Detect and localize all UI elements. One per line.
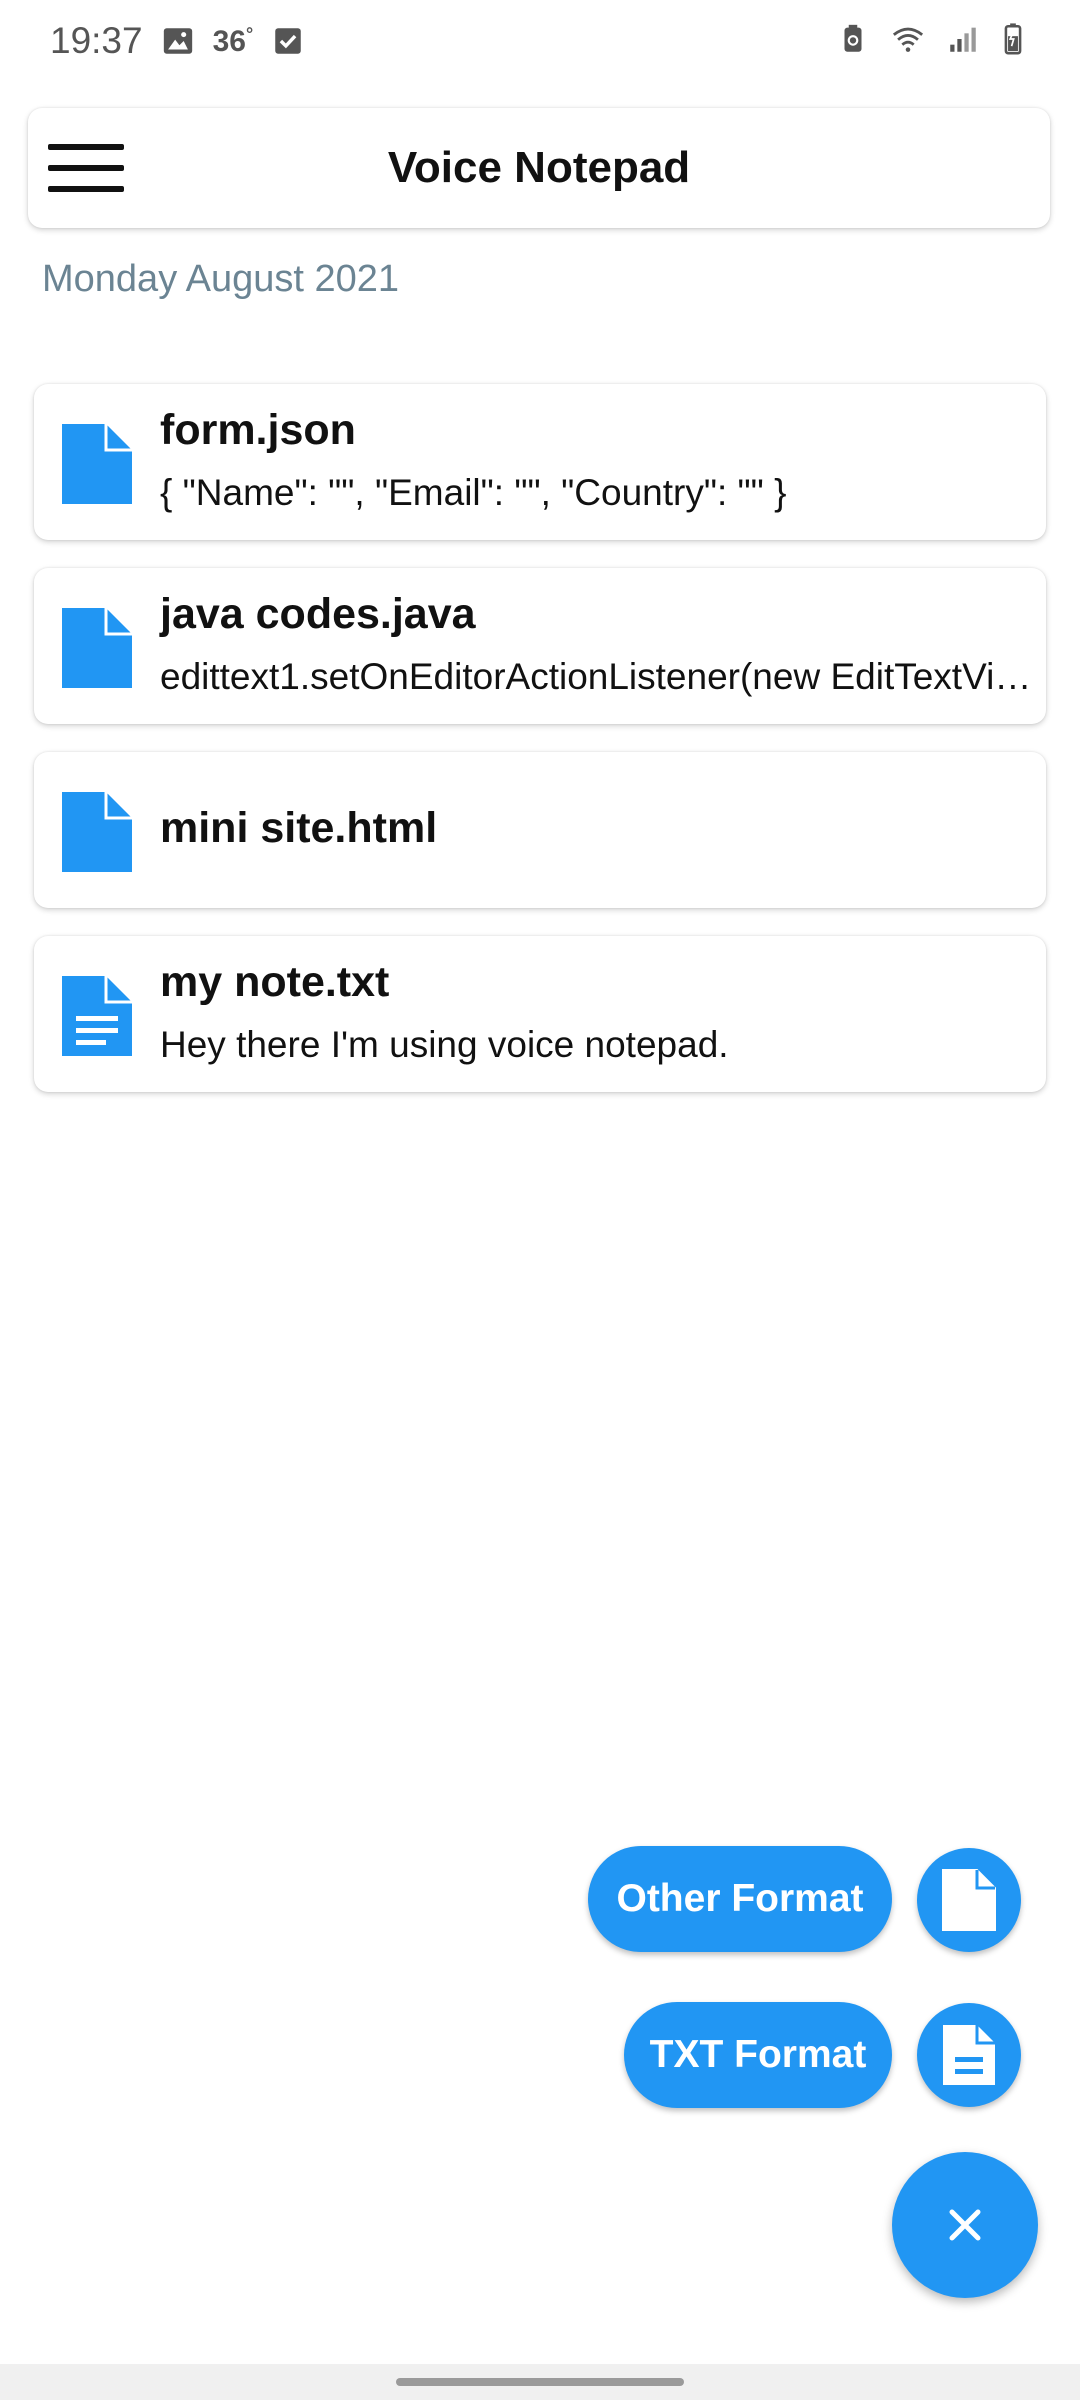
status-time: 19:37	[50, 20, 143, 61]
close-fab-button[interactable]	[892, 2152, 1038, 2298]
date-label: Monday August 2021	[42, 258, 400, 300]
temperature-value: 36	[212, 24, 246, 58]
file-name: java codes.java	[160, 590, 476, 638]
image-icon	[163, 28, 192, 54]
file-icon	[942, 1869, 996, 1931]
other-format-button[interactable]: Other Format	[588, 1846, 892, 1952]
file-list: form.json { "Name": "", "Email": "", "Co…	[34, 384, 1046, 1120]
txt-format-fab[interactable]	[917, 2003, 1021, 2107]
file-icon	[62, 608, 132, 688]
file-icon	[62, 424, 132, 504]
file-card-mini-site[interactable]: mini site.html	[34, 752, 1046, 908]
navigation-bar	[0, 2364, 1080, 2400]
file-name: form.json	[160, 406, 356, 454]
temperature-unit: °	[245, 23, 254, 44]
file-icon	[62, 792, 132, 872]
home-handle[interactable]	[396, 2378, 684, 2386]
battery-saver-icon	[844, 24, 862, 52]
temperature-icon: 36°	[213, 24, 254, 59]
checkbox-icon	[275, 28, 301, 54]
app-title: Voice Notepad	[387, 143, 691, 192]
signal-icon	[950, 27, 976, 52]
file-preview: edittext1.setOnEditorActionListener(new …	[160, 656, 1040, 697]
file-card-java-codes[interactable]: java codes.java edittext1.setOnEditorAct…	[34, 568, 1046, 724]
file-name: my note.txt	[160, 958, 390, 1006]
text-file-icon	[62, 976, 132, 1056]
file-preview: Hey there I'm using voice notepad.	[160, 1024, 729, 1065]
hamburger-menu-icon[interactable]	[46, 136, 126, 200]
status-bar: 19:37 36°	[0, 0, 1080, 84]
battery-icon	[1004, 23, 1022, 55]
other-format-fab[interactable]	[917, 1848, 1021, 1952]
app-bar: Voice Notepad	[28, 108, 1050, 228]
file-card-form-json[interactable]: form.json { "Name": "", "Email": "", "Co…	[34, 384, 1046, 540]
close-icon	[949, 2209, 981, 2241]
file-preview: { "Name": "", "Email": "", "Country": ""…	[160, 472, 787, 513]
text-file-icon	[943, 2025, 995, 2085]
file-card-my-note[interactable]: my note.txt Hey there I'm using voice no…	[34, 936, 1046, 1092]
file-name: mini site.html	[160, 804, 438, 852]
txt-format-button[interactable]: TXT Format	[624, 2002, 892, 2108]
wifi-icon	[892, 27, 924, 52]
